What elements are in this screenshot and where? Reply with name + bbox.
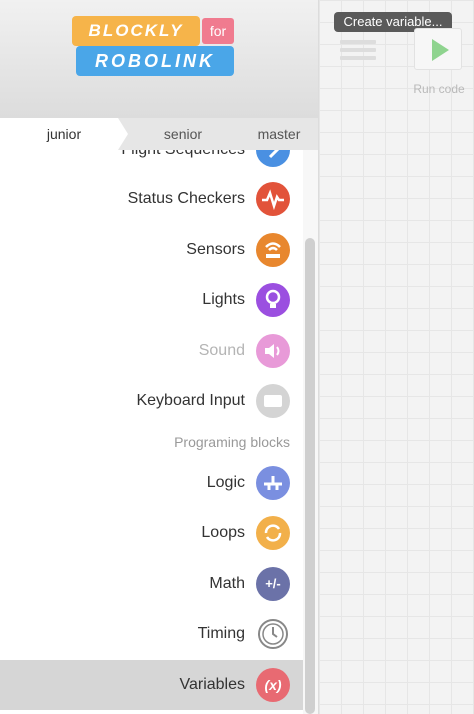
category-label: Math	[209, 575, 245, 592]
arrow-right-icon	[256, 150, 290, 167]
workspace-canvas[interactable]	[318, 0, 474, 714]
lightbulb-icon	[256, 283, 290, 317]
category-logic[interactable]: Logic	[0, 458, 303, 508]
menu-icon[interactable]	[340, 36, 376, 66]
blockly-for-robolink-logo: BLOCKLY for ROBOLINK	[72, 16, 236, 80]
category-label: Status Checkers	[127, 190, 245, 207]
logic-icon	[256, 466, 290, 500]
category-math[interactable]: Math +/-	[0, 559, 303, 609]
play-icon	[432, 39, 449, 61]
category-label: Keyboard Input	[136, 392, 245, 409]
category-sensors[interactable]: Sensors	[0, 225, 303, 275]
category-loops[interactable]: Loops	[0, 508, 303, 558]
logo-blockly-text: BLOCKLY	[72, 16, 200, 46]
keyboard-icon	[256, 384, 290, 418]
clock-icon	[256, 617, 290, 651]
sensor-icon	[256, 233, 290, 267]
level-tabs: junior senior master	[0, 118, 318, 150]
category-label: Lights	[202, 291, 245, 308]
category-label: Flight Sequences	[121, 150, 245, 175]
speaker-icon	[256, 334, 290, 368]
category-keyboard-input[interactable]: Keyboard Input	[0, 376, 303, 426]
category-label: Loops	[201, 524, 245, 541]
category-status-checkers[interactable]: Status Checkers	[0, 174, 303, 224]
scrollbar-thumb[interactable]	[305, 238, 315, 714]
category-label: Sensors	[186, 241, 245, 258]
category-toolbox: Flight Sequences Status Checkers Sensors…	[0, 150, 303, 714]
tab-master[interactable]: master	[244, 118, 314, 150]
category-timing[interactable]: Timing	[0, 609, 303, 659]
category-label: Variables	[179, 676, 245, 693]
category-flight-sequences[interactable]: Flight Sequences	[0, 150, 303, 175]
loop-icon	[256, 516, 290, 550]
category-label: Logic	[206, 474, 245, 491]
run-code-label: Run code	[413, 82, 465, 96]
run-code-button[interactable]	[414, 28, 462, 70]
header: BLOCKLY for ROBOLINK	[0, 0, 318, 118]
category-label: Sound	[198, 342, 245, 359]
math-icon: +/-	[256, 567, 290, 601]
category-variables[interactable]: Variables (x)	[0, 660, 303, 710]
logo-robolink-text: ROBOLINK	[76, 46, 234, 76]
pulse-icon	[256, 182, 290, 216]
logo-for-text: for	[202, 18, 234, 44]
tab-junior[interactable]: junior	[0, 118, 128, 150]
category-lights[interactable]: Lights	[0, 275, 303, 325]
variable-icon: (x)	[256, 668, 290, 702]
section-label-programming-blocks: Programing blocks	[174, 434, 290, 450]
category-label: Timing	[197, 625, 245, 642]
category-sound[interactable]: Sound	[0, 326, 303, 376]
tab-senior[interactable]: senior	[130, 118, 236, 150]
